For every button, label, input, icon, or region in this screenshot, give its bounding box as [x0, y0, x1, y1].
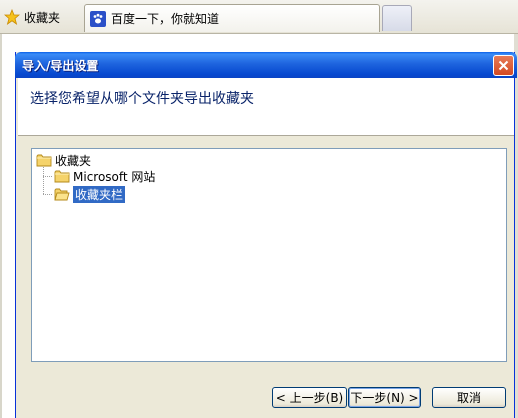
import-export-dialog: 导入/导出设置 选择您希望从哪个文件夹导出收藏夹 收藏夹 Microsoft 网…: [15, 52, 517, 418]
tree-item-label: 收藏夹栏: [71, 184, 127, 204]
folder-icon: [36, 154, 52, 167]
tree-item-label: Microsoft 网站: [73, 169, 156, 184]
close-button[interactable]: [493, 55, 514, 76]
browser-tab-strip: 收藏夹 百度一下，你就知道: [0, 0, 518, 34]
close-icon: [498, 60, 509, 71]
tree-item-microsoft-sites[interactable]: Microsoft 网站: [54, 167, 155, 185]
tab-baidu[interactable]: 百度一下，你就知道: [84, 4, 380, 32]
folder-icon: [54, 170, 70, 183]
folder-tree[interactable]: 收藏夹 Microsoft 网站 收藏夹栏: [31, 148, 507, 362]
cancel-button[interactable]: 取消: [432, 387, 506, 408]
tree-item-label: 收藏夹: [55, 153, 92, 168]
baidu-paw-icon: [90, 10, 106, 27]
back-button[interactable]: < 上一步(B): [272, 387, 347, 408]
instruction-text: 选择您希望从哪个文件夹导出收藏夹: [30, 91, 254, 107]
favorites-label: 收藏夹: [24, 10, 61, 25]
tree-connector-vertical: [43, 167, 44, 194]
page-left-edge: [0, 34, 2, 418]
dialog-titlebar[interactable]: 导入/导出设置: [15, 52, 517, 78]
new-tab-button[interactable]: [382, 5, 412, 31]
folder-open-icon: [54, 188, 70, 201]
next-button[interactable]: 下一步(N) >: [348, 387, 421, 408]
tab-title: 百度一下，你就知道: [111, 12, 220, 26]
star-icon: [4, 9, 20, 25]
favorites-button[interactable]: 收藏夹: [4, 6, 60, 28]
tree-connector-horizontal: [43, 194, 52, 195]
dialog-title: 导入/导出设置: [22, 58, 99, 73]
tree-item-favorites-bar[interactable]: 收藏夹栏: [54, 184, 127, 204]
tree-connector-horizontal: [43, 176, 52, 177]
dialog-header-panel: 选择您希望从哪个文件夹导出收藏夹: [18, 78, 514, 136]
